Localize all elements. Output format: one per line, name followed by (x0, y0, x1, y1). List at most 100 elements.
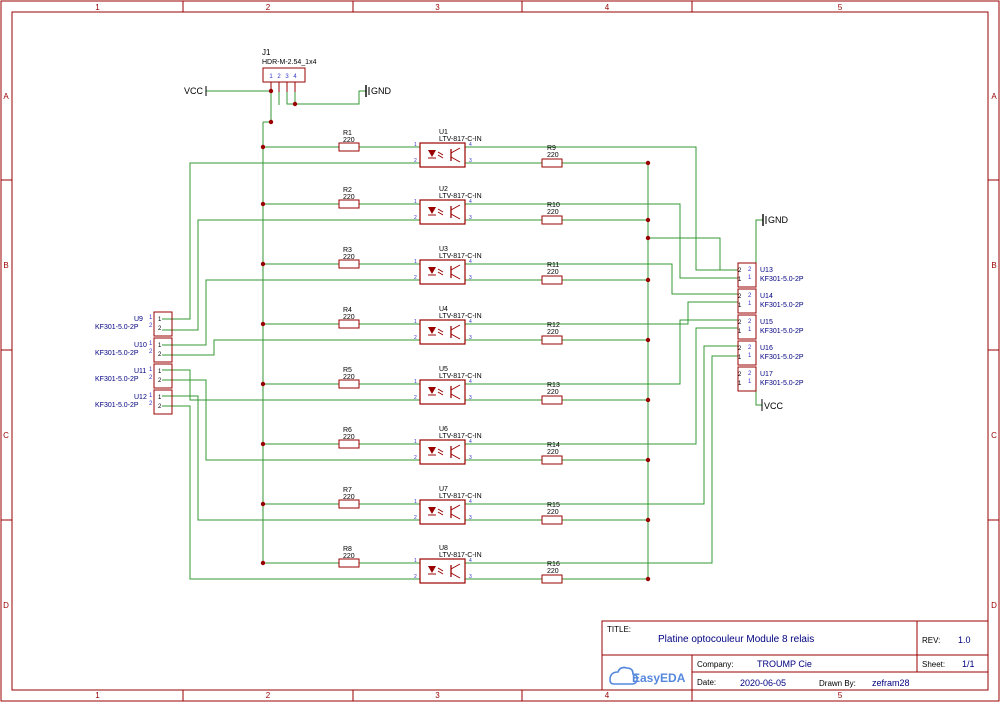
input-resistor-ref: R1 (343, 130, 352, 137)
output-resistor-value: 220 (547, 269, 559, 276)
components: J1HDR-M-2.54_1x41 2 3 4VCC GNDR1220U1LTV-817… (95, 48, 804, 584)
output-resistor-body (541, 574, 563, 584)
junction-dot (645, 337, 651, 343)
output-resistor-body (541, 455, 563, 465)
wire-collector-to-terminal (465, 319, 738, 385)
left-terminal-value: KF301-5.0-2P (95, 350, 139, 357)
column-label-top: 5 (838, 3, 843, 12)
terminal-pin-2: 2 (748, 371, 752, 377)
column-label-bottom: 2 (266, 691, 271, 700)
input-resistor-body (338, 439, 360, 449)
led-arrow (437, 208, 444, 213)
opto-pin-4: 4 (469, 319, 472, 325)
title-block: TITLE: Platine optocouleur Module 8 relai… (601, 620, 989, 691)
output-resistor-value: 220 (547, 152, 559, 159)
optocoupler-value: LTV-817-C-IN (439, 136, 482, 143)
terminal-pin-label-2: 2 (158, 352, 162, 358)
output-resistor-value: 220 (547, 389, 559, 396)
opto-pin-2: 2 (414, 395, 417, 401)
wire-collector-to-terminal (465, 345, 738, 505)
output-resistor-value: 220 (547, 568, 559, 575)
terminal-pin-label-2: 2 (738, 346, 742, 352)
transistor-emitter (450, 213, 461, 220)
junction-dot (645, 277, 651, 283)
opto-pin-4: 4 (469, 199, 472, 205)
right-terminal-ref: U14 (760, 293, 773, 300)
terminal-pin-label-1: 1 (738, 303, 742, 309)
output-resistor-value: 220 (547, 209, 559, 216)
terminal-pin-1: 1 (748, 301, 752, 307)
terminal-pin-label-1: 1 (158, 317, 162, 323)
right-terminal-body (737, 288, 757, 314)
right-terminal-ref: U17 (760, 371, 773, 378)
column-label-bottom: 3 (435, 691, 440, 700)
input-resistor-ref: R7 (343, 487, 352, 494)
optocoupler-value: LTV-817-C-IN (439, 433, 482, 440)
transistor-collector (450, 324, 461, 331)
opto-pin-2: 2 (414, 515, 417, 521)
terminal-pin-label-2: 2 (738, 268, 742, 274)
right-terminal-value: KF301-5.0-2P (760, 302, 804, 309)
opto-pin-1: 1 (414, 259, 417, 265)
transistor-emitter (450, 273, 461, 280)
transistor-collector (450, 504, 461, 511)
terminal-pin-1: 1 (149, 341, 153, 347)
terminal-pin-label-2: 2 (738, 320, 742, 326)
opto-pin-3: 3 (469, 395, 472, 401)
led-triangle (428, 507, 436, 514)
led-triangle (428, 267, 436, 274)
output-resistor-ref: R16 (547, 561, 560, 568)
opto-pin-3: 3 (469, 455, 472, 461)
opto-pin-2: 2 (414, 158, 417, 164)
right-terminal-ref: U13 (760, 267, 773, 274)
terminal-pin-label-1: 1 (738, 381, 742, 387)
column-label-top: 1 (95, 3, 100, 12)
transistor-emitter (450, 572, 461, 579)
rev-value: 1.0 (958, 635, 971, 645)
rev-label: REV: (922, 636, 940, 645)
optocoupler-value: LTV-817-C-IN (439, 313, 482, 320)
optocoupler-ref: U6 (439, 426, 448, 433)
output-resistor-value: 220 (547, 509, 559, 516)
terminal-pin-1: 1 (748, 327, 752, 333)
transistor-collector (450, 444, 461, 451)
output-resistor-ref: R12 (547, 322, 560, 329)
right-terminal-value: KF301-5.0-2P (760, 328, 804, 335)
opto-pin-1: 1 (414, 379, 417, 385)
junction-dot (260, 560, 266, 566)
date-label: Date: (697, 678, 716, 687)
opto-pin-4: 4 (469, 259, 472, 265)
optocoupler-ref: U8 (439, 545, 448, 552)
left-terminal-ref: U10 (134, 342, 147, 349)
transistor-collector (450, 563, 461, 570)
optocoupler-ref: U3 (439, 246, 448, 253)
row-label-right: A (991, 92, 997, 101)
opto-pin-2: 2 (414, 215, 417, 221)
transistor-emitter (450, 513, 461, 520)
right-terminal-body (737, 340, 757, 366)
opto-pin-2: 2 (414, 275, 417, 281)
column-label-bottom: 5 (838, 691, 843, 700)
column-label-top: 4 (605, 3, 610, 12)
led-arrow (437, 451, 444, 456)
led-arrow (437, 391, 444, 396)
left-terminal-ref: U11 (134, 368, 146, 375)
left-terminal-ref: U9 (134, 316, 143, 323)
junction-dot (260, 441, 266, 447)
wire-cathode-to-terminal (162, 405, 420, 580)
left-terminal-body (153, 363, 173, 389)
opto-pin-1: 1 (414, 142, 417, 148)
led-arrow (437, 388, 444, 393)
left-terminal-ref: U12 (134, 394, 147, 401)
led-arrow (437, 268, 444, 273)
input-resistor-body (338, 499, 360, 509)
junction-dot (645, 160, 651, 166)
terminal-pin-1: 1 (748, 275, 752, 281)
junction-dot (260, 501, 266, 507)
opto-pin-4: 4 (469, 379, 472, 385)
led-triangle (428, 447, 436, 454)
wire-collector-to-terminal (465, 263, 738, 295)
input-resistor-ref: R4 (343, 307, 352, 314)
wire-cathode-to-terminal (162, 339, 420, 356)
output-resistor-body (541, 395, 563, 405)
